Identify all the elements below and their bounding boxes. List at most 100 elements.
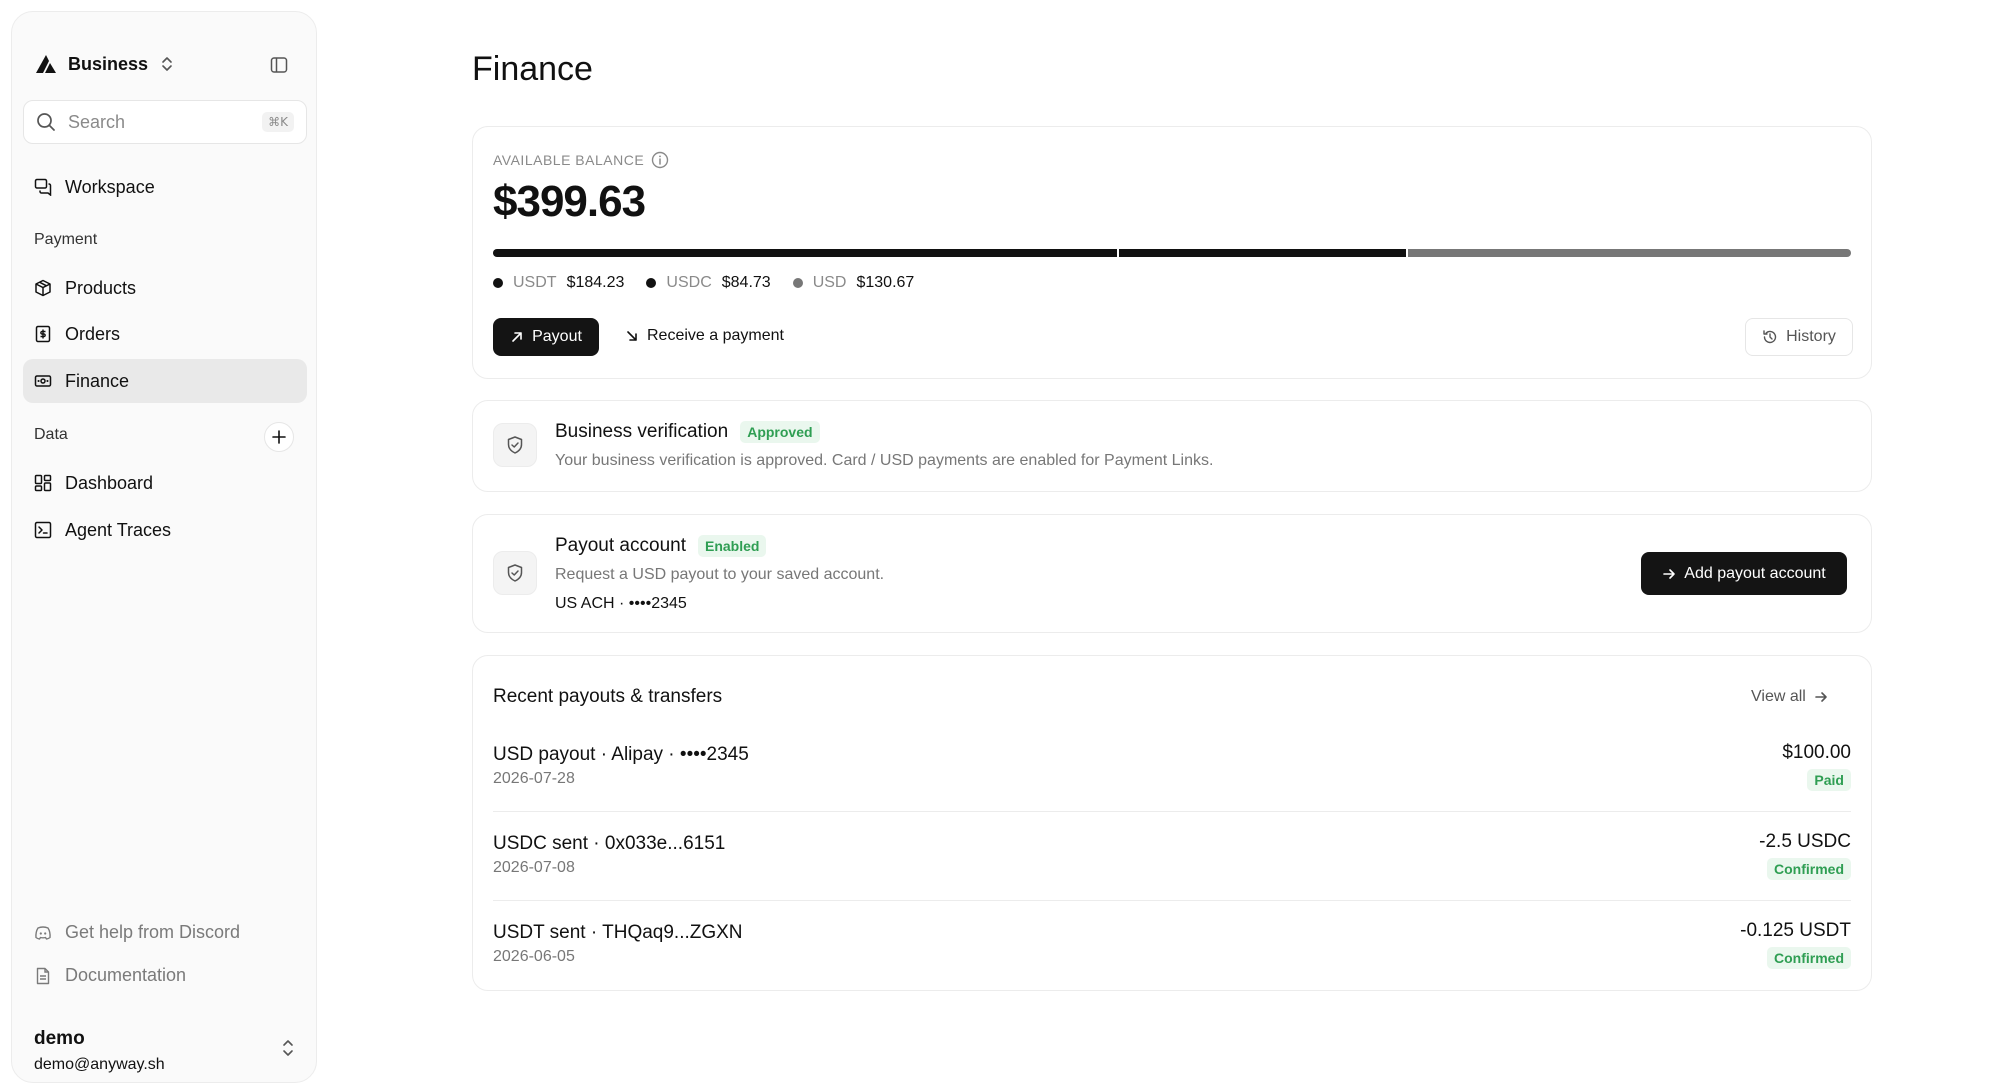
sidebar-item-label: Orders xyxy=(65,323,121,344)
receive-payment-label: Receive a payment xyxy=(647,327,784,344)
legend-dot xyxy=(646,278,657,288)
status-badge: Approved xyxy=(740,421,820,443)
search-input[interactable]: Search ⌘K xyxy=(23,100,307,144)
workspace-name: Business xyxy=(68,53,149,74)
payout-account-description: Request a USD payout to your saved accou… xyxy=(555,566,885,583)
status-badge: Paid xyxy=(1807,769,1851,791)
section-label-payment: Payment xyxy=(34,231,98,248)
legend-currency: USD xyxy=(812,274,847,291)
history-icon xyxy=(1763,330,1777,344)
search-icon xyxy=(37,113,55,131)
sidebar-item-dashboard[interactable]: Dashboard xyxy=(23,461,307,505)
sidebar-toggle-icon xyxy=(270,57,288,73)
legend-currency: USDT xyxy=(513,274,557,291)
balance-card: AVAILABLE BALANCE $399.63 USDT $184.23 USD… xyxy=(472,126,1872,379)
payout-button[interactable]: Payout xyxy=(493,318,599,356)
sidebar-item-label: Products xyxy=(65,277,137,298)
documentation-link[interactable]: Documentation xyxy=(34,965,186,986)
page-title: Finance xyxy=(472,50,593,88)
verification-icon-box xyxy=(493,423,537,467)
history-button-label: History xyxy=(1786,328,1836,345)
status-badge: Confirmed xyxy=(1767,858,1851,880)
transaction-row[interactable]: USDT sent · THQaq9...ZGXN 2026-06-05 -0.… xyxy=(493,902,1851,990)
payout-account-card: Payout account Enabled Request a USD pay… xyxy=(472,514,1872,633)
document-icon xyxy=(36,967,50,984)
receipt-icon xyxy=(35,325,51,343)
section-label-data: Data xyxy=(34,426,68,443)
legend-item-usd: USD $130.67 xyxy=(792,274,915,292)
plus-icon xyxy=(272,430,286,444)
footer-link-label: Get help from Discord xyxy=(65,922,241,942)
footer-link-label: Documentation xyxy=(65,965,187,985)
transaction-date: 2026-06-05 xyxy=(493,948,575,965)
verification-title-row: Business verification Approved xyxy=(555,421,820,443)
balance-bar-segment-usdt xyxy=(493,249,1118,257)
terminal-icon xyxy=(34,521,52,539)
payout-account-title: Payout account xyxy=(555,535,686,556)
legend-dot xyxy=(493,278,503,288)
brand-logo-icon xyxy=(36,55,56,73)
transaction-title: USD payout · Alipay · ••••2345 xyxy=(493,744,749,765)
payout-account-title-row: Payout account Enabled xyxy=(555,535,767,557)
payout-button-label: Payout xyxy=(532,328,582,345)
recent-payouts-title: Recent payouts & transfers xyxy=(493,686,723,707)
collapse-sidebar-button[interactable] xyxy=(268,54,290,76)
user-email: demo@anyway.sh xyxy=(34,1056,165,1073)
payout-account-icon-box xyxy=(493,551,537,595)
workspace-switcher[interactable]: Business xyxy=(34,52,174,76)
status-badge: Confirmed xyxy=(1767,947,1851,969)
balance-label-row: AVAILABLE BALANCE xyxy=(493,151,669,169)
balance-bar-segment-usd xyxy=(1408,249,1851,257)
balance-label: AVAILABLE BALANCE xyxy=(493,152,645,168)
sidebar-item-agent-traces[interactable]: Agent Traces xyxy=(23,508,307,552)
search-placeholder: Search xyxy=(68,111,126,132)
legend-dot xyxy=(792,278,803,288)
chevron-updown-icon xyxy=(162,57,172,71)
arrow-down-right-icon xyxy=(627,331,637,341)
legend-value: $184.23 xyxy=(566,274,625,291)
balance-breakdown-bar xyxy=(493,249,1851,257)
add-data-button[interactable] xyxy=(264,422,294,452)
verification-card: Business verification Approved Your busi… xyxy=(472,400,1872,492)
legend-item-usdt: USDT $184.23 xyxy=(493,274,624,292)
transaction-date: 2026-07-28 xyxy=(493,770,575,787)
status-badge: Enabled xyxy=(697,535,767,557)
sidebar-item-label: Workspace xyxy=(65,176,155,197)
transaction-row[interactable]: USD payout · Alipay · ••••2345 2026-07-2… xyxy=(493,724,1851,812)
sidebar-item-products[interactable]: Products xyxy=(23,266,307,310)
sidebar-item-label: Agent Traces xyxy=(65,519,172,540)
sidebar: Business Search ⌘K Workspace Payment Pro xyxy=(11,11,317,1083)
arrow-right-icon xyxy=(1815,692,1827,702)
arrow-right-icon xyxy=(1663,568,1676,579)
banknote-icon xyxy=(34,375,52,387)
transaction-amount: $100.00 xyxy=(1782,742,1851,763)
sidebar-item-workspace[interactable]: Workspace xyxy=(23,165,307,209)
view-all-label: View all xyxy=(1751,688,1806,705)
sidebar-item-label: Finance xyxy=(65,370,130,391)
view-all-link[interactable]: View all xyxy=(1751,688,1828,706)
chat-bubbles-icon xyxy=(34,178,52,196)
sidebar-item-label: Dashboard xyxy=(65,472,154,493)
payout-account-details: US ACH · ••••2345 xyxy=(555,595,687,612)
info-icon[interactable] xyxy=(651,151,669,169)
balance-bar-segment-usdc xyxy=(1119,249,1407,257)
add-payout-account-button[interactable]: Add payout account xyxy=(1641,552,1847,595)
history-button[interactable]: History xyxy=(1745,318,1853,356)
package-icon xyxy=(35,279,51,297)
transaction-row[interactable]: USDC sent · 0x033e...6151 2026-07-08 -2.… xyxy=(493,813,1851,901)
add-payout-account-label: Add payout account xyxy=(1684,564,1826,582)
legend-value: $130.67 xyxy=(856,274,915,291)
chevron-updown-icon[interactable] xyxy=(280,1038,296,1058)
recent-payouts-card: Recent payouts & transfers View all USD … xyxy=(472,655,1872,991)
sidebar-item-finance[interactable]: Finance xyxy=(23,359,307,403)
verification-description: Your business verification is approved. … xyxy=(555,452,1214,469)
shield-check-icon xyxy=(507,564,523,582)
arrow-up-right-icon xyxy=(512,332,522,342)
discord-help-link[interactable]: Get help from Discord xyxy=(34,922,240,943)
legend-value: $84.73 xyxy=(721,274,771,291)
receive-payment-button[interactable]: Receive a payment xyxy=(625,327,784,345)
balance-legend: USDT $184.23 USDC $84.73 USD $130.67 xyxy=(493,274,914,292)
sidebar-item-orders[interactable]: Orders xyxy=(23,312,307,356)
transaction-date: 2026-07-08 xyxy=(493,859,575,876)
search-shortcut: ⌘K xyxy=(262,112,294,132)
